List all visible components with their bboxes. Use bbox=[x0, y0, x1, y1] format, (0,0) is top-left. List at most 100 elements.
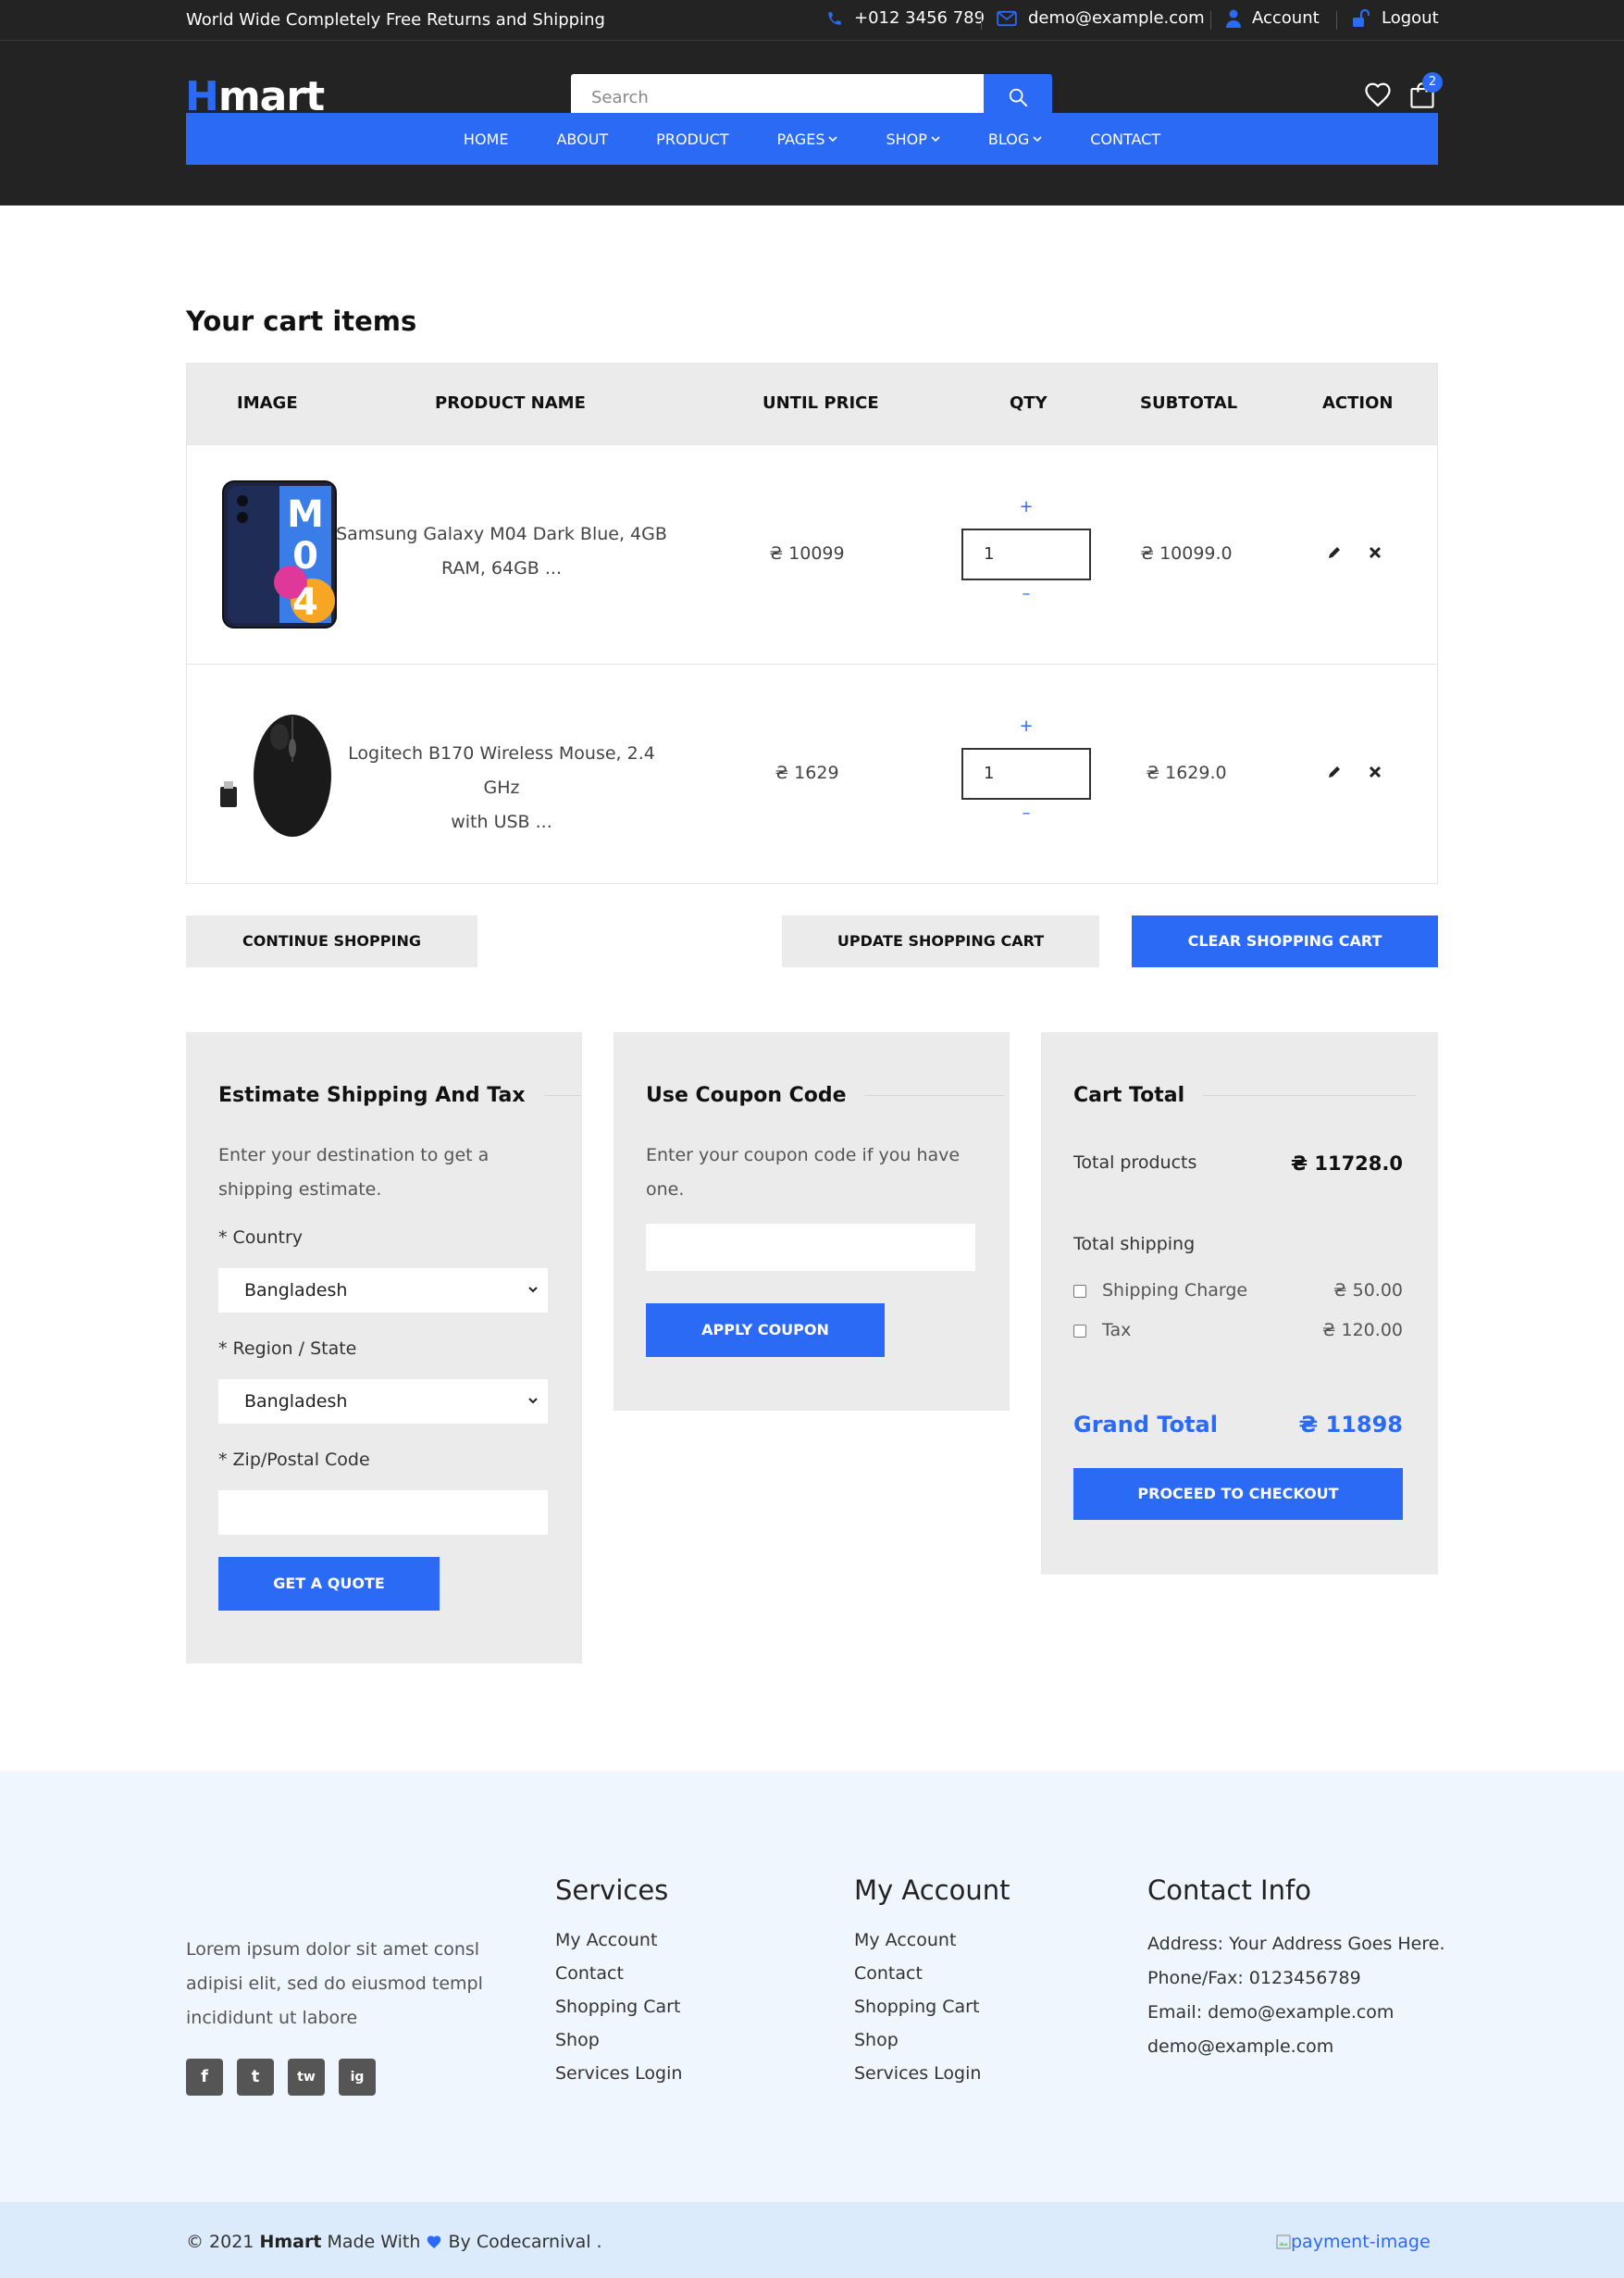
nav-home[interactable]: HOME bbox=[464, 131, 509, 148]
shipping-charge-checkbox[interactable] bbox=[1073, 1284, 1086, 1298]
contact-email[interactable]: Email: demo@example.com bbox=[1147, 2002, 1394, 2023]
services-link[interactable]: Shop bbox=[555, 2030, 600, 2050]
product-image-phone[interactable]: M 0 4 bbox=[222, 480, 337, 629]
unit-price: ₴ 1629 bbox=[775, 763, 839, 783]
broken-image-icon bbox=[1276, 2234, 1291, 2249]
subtotal: ₴ 10099.0 bbox=[1140, 543, 1233, 564]
grand-total-row: Grand Total ₴ 11898 bbox=[1073, 1412, 1403, 1438]
copyright-bar: © 2021 Hmart Made With By Codecarnival .… bbox=[0, 2202, 1624, 2278]
quantity-input[interactable]: 1 bbox=[961, 529, 1091, 580]
nav-product[interactable]: PRODUCT bbox=[656, 131, 728, 148]
logout-text: Logout bbox=[1382, 8, 1439, 28]
col-action: ACTION bbox=[1322, 393, 1394, 413]
col-subtotal: SUBTOTAL bbox=[1140, 393, 1238, 413]
shipping-estimate-panel: Estimate Shipping And Tax Enter your des… bbox=[186, 1032, 582, 1663]
cart-count-badge: 2 bbox=[1422, 72, 1443, 93]
tax-label: Tax bbox=[1102, 1320, 1132, 1340]
contact-email-2[interactable]: demo@example.com bbox=[1147, 2036, 1333, 2057]
update-cart-button[interactable]: UPDATE SHOPPING CART bbox=[782, 915, 1099, 967]
pencil-icon bbox=[1329, 547, 1340, 558]
svg-text:0: 0 bbox=[292, 535, 318, 578]
account-link[interactable]: Account bbox=[1226, 8, 1320, 28]
total-products-value: ₴ 11728.0 bbox=[1290, 1152, 1403, 1175]
shipping-title: Estimate Shipping And Tax bbox=[218, 1084, 581, 1107]
email-link[interactable]: demo@example.com bbox=[997, 8, 1205, 28]
product-image-mouse[interactable] bbox=[218, 711, 339, 840]
phone-icon bbox=[828, 11, 841, 25]
payment-image: payment-image bbox=[1276, 2232, 1431, 2252]
apply-coupon-button[interactable]: APPLY COUPON bbox=[646, 1303, 885, 1357]
account-link[interactable]: Services Login bbox=[854, 2063, 981, 2084]
country-label: * Country bbox=[218, 1227, 304, 1248]
nav-pages[interactable]: PAGES bbox=[777, 131, 838, 148]
remove-button[interactable] bbox=[1368, 765, 1382, 783]
shipping-charge-value: ₴ 50.00 bbox=[1333, 1280, 1403, 1301]
nav-blog[interactable]: BLOG bbox=[988, 131, 1042, 148]
total-products-label: Total products bbox=[1073, 1152, 1197, 1173]
chevron-down-icon bbox=[1033, 136, 1042, 143]
coupon-title: Use Coupon Code bbox=[646, 1084, 1004, 1107]
table-header: IMAGE PRODUCT NAME UNTIL PRICE QTY SUBTO… bbox=[187, 364, 1437, 444]
edit-button[interactable] bbox=[1327, 765, 1342, 783]
facebook-icon[interactable]: f bbox=[186, 2059, 223, 2096]
country-select[interactable]: Bangladesh bbox=[218, 1268, 548, 1313]
clear-cart-button[interactable]: CLEAR SHOPPING CART bbox=[1132, 915, 1438, 967]
product-name[interactable]: Logitech B170 Wireless Mouse, 2.4 GHz wi… bbox=[335, 737, 668, 840]
services-link[interactable]: Shopping Cart bbox=[555, 1997, 680, 2017]
coupon-panel: Use Coupon Code Enter your coupon code i… bbox=[614, 1032, 1010, 1411]
subtotal: ₴ 1629.0 bbox=[1146, 763, 1227, 783]
qty-decrease-button[interactable]: – bbox=[1017, 584, 1035, 604]
remove-button[interactable] bbox=[1368, 545, 1382, 564]
unlock-icon bbox=[1353, 8, 1370, 27]
wishlist-button[interactable] bbox=[1364, 81, 1392, 111]
contact-info-title: Contact Info bbox=[1147, 1874, 1311, 1906]
get-quote-button[interactable]: GET A QUOTE bbox=[218, 1557, 440, 1611]
chevron-down-icon bbox=[528, 1287, 538, 1293]
chevron-down-icon bbox=[528, 1398, 538, 1404]
tax-value: ₴ 120.00 bbox=[1321, 1320, 1403, 1340]
heart-icon bbox=[428, 2235, 441, 2248]
unit-price: ₴ 10099 bbox=[769, 543, 845, 564]
contact-phone: Phone/Fax: 0123456789 bbox=[1147, 1968, 1361, 1988]
account-link[interactable]: Shop bbox=[854, 2030, 899, 2050]
close-icon bbox=[1369, 546, 1382, 559]
instagram-icon[interactable]: ig bbox=[339, 2059, 376, 2096]
footer-about-text: Lorem ipsum dolor sit amet consl adipisi… bbox=[186, 1939, 483, 2028]
twitter-icon[interactable]: tw bbox=[288, 2059, 325, 2096]
quantity-input[interactable]: 1 bbox=[961, 748, 1091, 800]
proceed-to-checkout-button[interactable]: PROCEED TO CHECKOUT bbox=[1073, 1468, 1403, 1520]
edit-button[interactable] bbox=[1327, 545, 1342, 564]
logout-link[interactable]: Logout bbox=[1352, 8, 1439, 28]
total-shipping-label: Total shipping bbox=[1073, 1234, 1196, 1254]
tax-checkbox[interactable] bbox=[1073, 1324, 1086, 1338]
footer: Lorem ipsum dolor sit amet consl adipisi… bbox=[0, 1771, 1624, 2202]
qty-decrease-button[interactable]: – bbox=[1017, 803, 1035, 823]
services-title: Services bbox=[555, 1874, 669, 1906]
account-link[interactable]: My Account bbox=[854, 1930, 956, 1950]
grand-total-label: Grand Total bbox=[1073, 1412, 1218, 1438]
chevron-down-icon bbox=[828, 136, 838, 143]
nav-shop[interactable]: SHOP bbox=[886, 131, 940, 148]
region-select[interactable]: Bangladesh bbox=[218, 1379, 548, 1424]
promo-text: World Wide Completely Free Returns and S… bbox=[186, 10, 605, 30]
services-link[interactable]: My Account bbox=[555, 1930, 657, 1950]
table-row: Logitech B170 Wireless Mouse, 2.4 GHz wi… bbox=[187, 664, 1437, 883]
continue-shopping-button[interactable]: CONTINUE SHOPPING bbox=[186, 915, 477, 967]
account-link[interactable]: Contact bbox=[854, 1963, 923, 1984]
zip-input[interactable] bbox=[218, 1490, 548, 1535]
zip-label: * Zip/Postal Code bbox=[218, 1450, 370, 1470]
shipping-charge-label: Shipping Charge bbox=[1102, 1280, 1248, 1301]
product-name[interactable]: Samsung Galaxy M04 Dark Blue, 4GB RAM, 6… bbox=[335, 517, 668, 586]
account-link[interactable]: Shopping Cart bbox=[854, 1997, 979, 2017]
services-link[interactable]: Contact bbox=[555, 1963, 624, 1984]
cart-table: IMAGE PRODUCT NAME UNTIL PRICE QTY SUBTO… bbox=[186, 363, 1438, 884]
nav-about[interactable]: ABOUT bbox=[556, 131, 608, 148]
tax-row: Tax ₴ 120.00 bbox=[1073, 1320, 1403, 1340]
nav-contact[interactable]: CONTACT bbox=[1090, 131, 1160, 148]
qty-increase-button[interactable]: + bbox=[1017, 497, 1035, 517]
qty-increase-button[interactable]: + bbox=[1017, 716, 1035, 736]
phone-link[interactable]: +012 3456 789 bbox=[826, 8, 985, 28]
coupon-input[interactable] bbox=[646, 1224, 975, 1271]
tumblr-icon[interactable]: t bbox=[237, 2059, 274, 2096]
services-link[interactable]: Services Login bbox=[555, 2063, 682, 2084]
